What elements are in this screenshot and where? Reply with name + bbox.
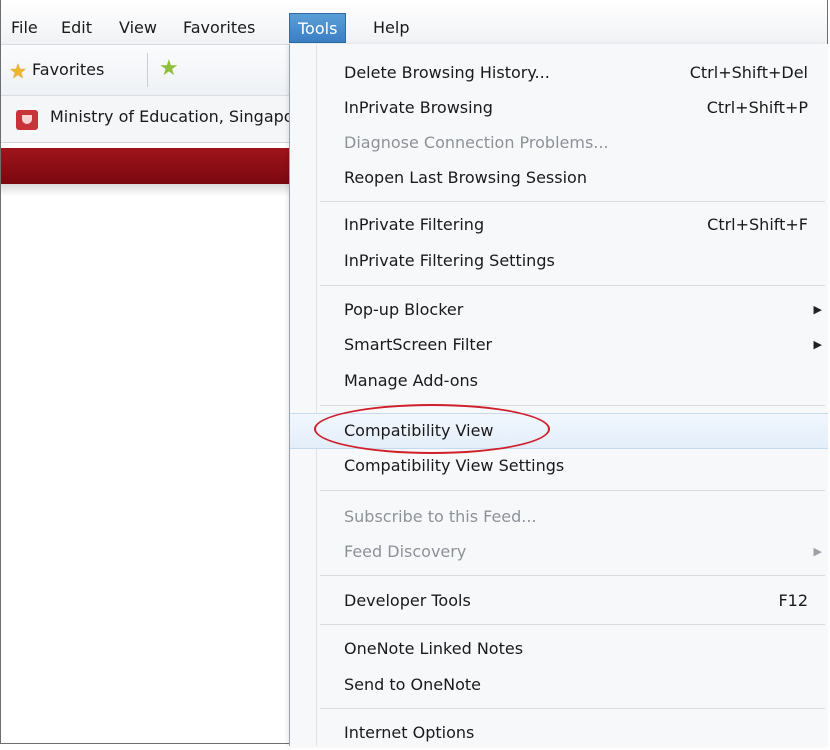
menu-bar: File Edit View Favorites Tools Help [1,0,827,45]
toolbar-separator [147,53,148,87]
page-banner [1,148,289,184]
menu-file[interactable]: File [3,13,46,43]
annotation-circle [314,404,550,454]
tab-title[interactable]: Ministry of Education, Singapore [50,107,290,126]
menu-separator [320,575,825,576]
menu-item-send-to-onenote[interactable]: Send to OneNote [290,668,828,702]
favorites-bar: ★ Favorites ★ [1,45,289,96]
menu-separator [320,708,825,709]
favorites-button[interactable]: ★ Favorites [9,57,104,83]
menu-view[interactable]: View [111,13,165,43]
page-banner-shadow [1,184,289,196]
menu-item-compatibility-view-settings[interactable]: Compatibility View Settings [290,449,828,483]
menu-item-subscribe-to-feed: Subscribe to this Feed... [344,507,537,526]
menu-favorites[interactable]: Favorites [175,13,263,43]
menu-help[interactable]: Help [365,13,417,43]
favorites-star-icon: ★ [9,58,27,83]
site-favicon-icon [16,110,38,130]
menu-separator [320,285,825,286]
tools-menu-dropdown: Delete Browsing History... Ctrl+Shift+De… [289,44,828,746]
menu-item-popup-blocker[interactable]: Pop-up Blocker ▶ [290,293,828,327]
menu-separator [320,490,825,491]
menu-item-inprivate-browsing[interactable]: InPrivate Browsing Ctrl+Shift+P [290,91,828,125]
menu-item-feed-discovery: Feed Discovery ▶ [290,535,828,569]
menu-item-smartscreen-filter[interactable]: SmartScreen Filter ▶ [290,328,828,362]
menu-separator [320,624,825,625]
submenu-arrow-icon: ▶ [813,303,822,316]
menu-item-onenote-linked-notes[interactable]: OneNote Linked Notes [290,632,828,666]
menu-edit[interactable]: Edit [53,13,100,43]
favorites-label: Favorites [32,60,105,79]
menu-tools[interactable]: Tools [289,13,347,43]
submenu-arrow-icon: ▶ [813,338,822,351]
menu-item-inprivate-filtering-settings[interactable]: InPrivate Filtering Settings [290,244,828,278]
menu-item-developer-tools[interactable]: Developer Tools F12 [290,584,828,618]
menu-item-inprivate-filtering[interactable]: InPrivate Filtering Ctrl+Shift+F [290,208,828,242]
menu-item-manage-add-ons[interactable]: Manage Add-ons [290,364,828,398]
menu-item-diagnose-connection-problems: Diagnose Connection Problems... [344,133,609,152]
menu-item-delete-browsing-history[interactable]: Delete Browsing History... Ctrl+Shift+De… [290,56,828,90]
add-to-favorites-bar-icon[interactable]: ★ [159,56,179,81]
menu-item-reopen-last-browsing-session[interactable]: Reopen Last Browsing Session [290,161,828,195]
menu-separator [320,201,825,202]
menu-item-internet-options[interactable]: Internet Options [290,716,828,750]
submenu-arrow-icon: ▶ [813,545,822,558]
